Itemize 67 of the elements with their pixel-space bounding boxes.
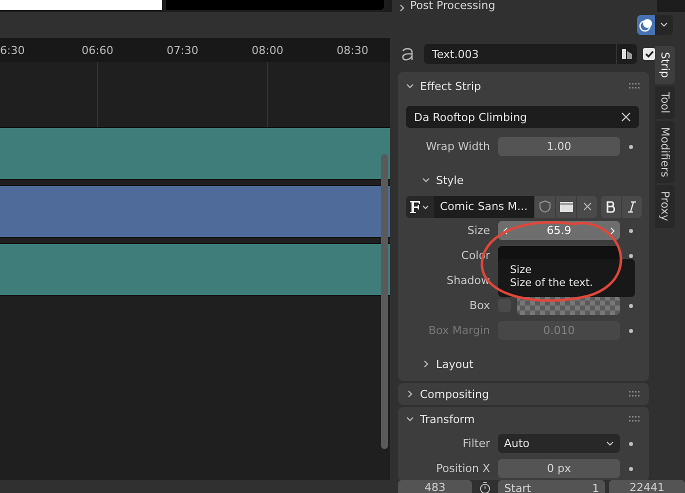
chevron-down-icon[interactable] bbox=[406, 415, 414, 423]
overlay-icon bbox=[639, 18, 653, 32]
sidebar-tab[interactable]: Modifiers bbox=[655, 121, 675, 184]
font-field[interactable]: Comic Sans M... bbox=[434, 196, 534, 218]
bold-icon bbox=[606, 200, 616, 212]
drag-handle-icon[interactable] bbox=[629, 83, 641, 89]
field-label: Box Margin bbox=[427, 324, 491, 337]
caret-icon bbox=[660, 22, 668, 28]
keyframe-dot[interactable] bbox=[629, 228, 633, 232]
time-label: 6:30 bbox=[0, 44, 26, 56]
checkbox[interactable] bbox=[643, 48, 655, 60]
subpanel-header[interactable]: Layout bbox=[436, 358, 474, 370]
tooltip-text: Size of the text. bbox=[510, 277, 594, 290]
end-frame-field[interactable]: 22441 bbox=[609, 480, 685, 493]
folder-icon[interactable] bbox=[555, 196, 576, 218]
keyframe-dot[interactable] bbox=[629, 328, 633, 332]
field-label: Box bbox=[468, 299, 491, 312]
chevron-down-icon[interactable] bbox=[406, 82, 414, 90]
number-field[interactable]: 0 px bbox=[498, 459, 620, 478]
field-label: Wrap Width bbox=[424, 140, 491, 153]
sidebar-tab[interactable]: Proxy bbox=[655, 185, 675, 228]
name-field[interactable]: Text.003 bbox=[424, 44, 637, 64]
panel-header[interactable]: Transform bbox=[420, 412, 475, 426]
font-picker-button[interactable] bbox=[406, 196, 434, 218]
caret-icon bbox=[606, 440, 614, 446]
time-label: 08:00 bbox=[250, 44, 284, 56]
chevron-right-icon[interactable] bbox=[398, 4, 406, 12]
chevron-right-icon[interactable] bbox=[422, 360, 430, 368]
panel-header[interactable]: Compositing bbox=[420, 388, 489, 400]
color-tag-icon[interactable] bbox=[621, 48, 633, 60]
chevron-right-icon[interactable] bbox=[406, 390, 414, 398]
tooltip-title: Size bbox=[510, 264, 533, 277]
number-field[interactable]: 1.00 bbox=[498, 137, 620, 156]
dropdown[interactable]: Auto bbox=[498, 434, 620, 453]
bold-button[interactable] bbox=[600, 196, 621, 218]
chevron-down-icon[interactable] bbox=[422, 176, 430, 184]
font-icon bbox=[409, 200, 431, 214]
time-label: 07:30 bbox=[166, 44, 200, 56]
keyframe-dot[interactable] bbox=[629, 304, 633, 308]
sequence-strip[interactable] bbox=[0, 243, 390, 296]
keyframe-dot[interactable] bbox=[629, 466, 633, 470]
subpanel-header[interactable]: Style bbox=[436, 174, 464, 186]
italic-icon bbox=[627, 200, 637, 212]
field-label: Size bbox=[466, 224, 491, 237]
frame-field[interactable]: 483 bbox=[398, 480, 472, 493]
panel-header[interactable]: Effect Strip bbox=[420, 80, 482, 92]
field-label: Filter bbox=[462, 437, 491, 450]
start-frame-field[interactable]: Start 1 bbox=[498, 480, 606, 493]
keyframe-dot[interactable] bbox=[629, 254, 633, 258]
drag-handle-icon[interactable] bbox=[629, 416, 641, 422]
time-label: 08:30 bbox=[336, 44, 370, 56]
time-label: 06:60 bbox=[80, 44, 114, 56]
clear-icon[interactable] bbox=[621, 112, 631, 122]
field-label: Position X bbox=[435, 462, 491, 475]
sidebar-tab[interactable]: Tool bbox=[655, 86, 675, 120]
text-field[interactable]: Da Rooftop Climbing bbox=[406, 106, 639, 128]
keyframe-dot[interactable] bbox=[629, 144, 633, 148]
scrollbar[interactable] bbox=[381, 154, 388, 449]
close-icon[interactable] bbox=[576, 196, 597, 218]
sequence-strip[interactable] bbox=[0, 127, 390, 180]
overlay-toggle[interactable] bbox=[637, 15, 673, 35]
drag-handle-icon[interactable] bbox=[629, 391, 641, 397]
shield-icon[interactable] bbox=[534, 196, 555, 218]
sequence-strip[interactable] bbox=[0, 185, 390, 238]
italic-button[interactable] bbox=[621, 196, 642, 218]
sidebar-tab[interactable]: Strip bbox=[655, 46, 675, 84]
keyframe-dot[interactable] bbox=[629, 442, 633, 446]
